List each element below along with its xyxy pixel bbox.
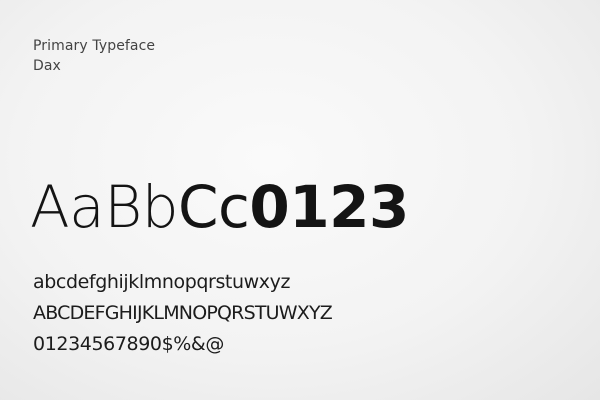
charset-numerals-symbols: 01234567890$%&@	[33, 333, 224, 355]
specimen-medium: 01	[249, 173, 330, 241]
charset-lowercase: abcdefghijklmnopqrstuwxyz	[33, 271, 291, 293]
typeface-name: Dax	[33, 58, 61, 74]
typeface-label: Primary Typeface	[33, 38, 156, 54]
typeface-heading: Primary Typeface Dax	[33, 36, 155, 76]
specimen-regular: Cc	[178, 173, 250, 241]
typeface-specimen-page: Primary Typeface Dax AaBbCc0123 abcdefgh…	[0, 0, 600, 400]
weight-specimen: AaBbCc0123	[30, 172, 409, 242]
character-set: abcdefghijklmnopqrstuwxyz ABCDEFGHIJKLMN…	[33, 267, 333, 360]
specimen-bold: 23	[329, 173, 409, 241]
specimen-light: AaBb	[30, 173, 179, 241]
charset-uppercase: ABCDEFGHIJKLMNOPQRSTUWXYZ	[33, 302, 333, 324]
